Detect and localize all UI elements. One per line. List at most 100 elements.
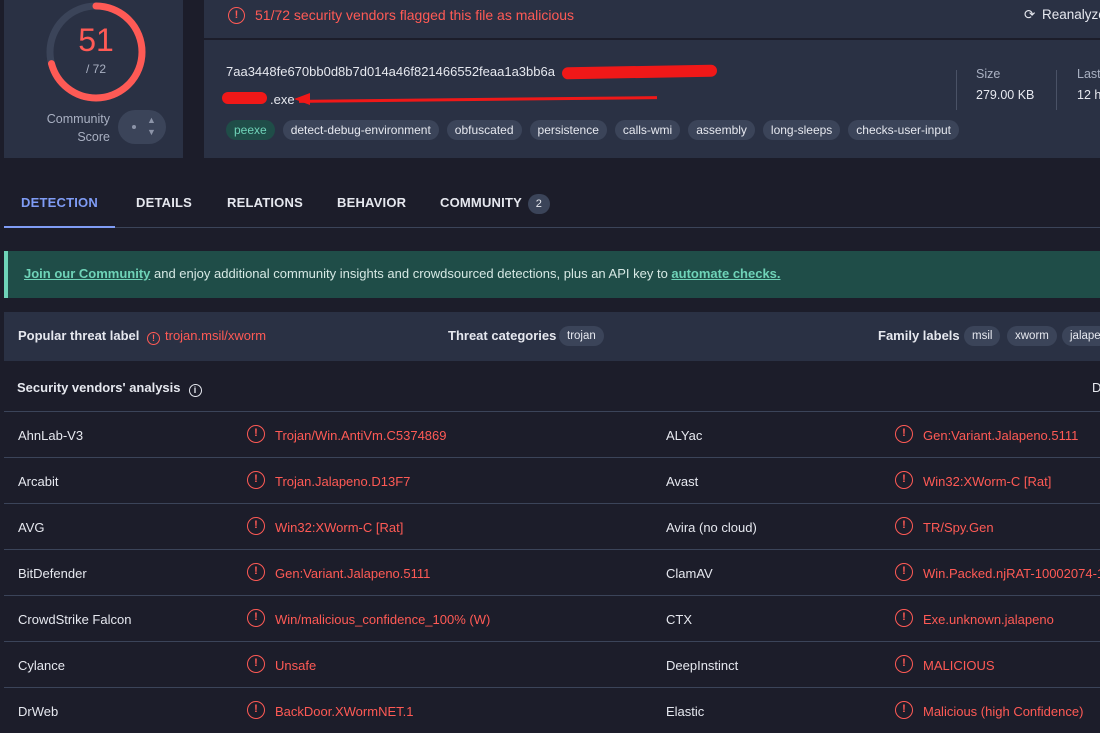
vendor-row: BitDefender! Gen:Variant.Jalapeno.5111 Cla…	[4, 550, 1100, 596]
vendor-name: Cylance	[18, 658, 65, 673]
info-icon[interactable]: i	[188, 384, 202, 397]
vendor-result[interactable]: Unsafe	[275, 658, 316, 673]
file-tag[interactable]: peexe	[226, 120, 275, 140]
tab-community[interactable]: COMMUNITY 2	[440, 180, 550, 228]
family-label-pill[interactable]: msil	[964, 326, 1001, 346]
vendor-row: AhnLab-V3! Trojan/Win.AntiVm.C5374869 ALYa…	[4, 412, 1100, 458]
file-tag[interactable]: assembly	[688, 120, 755, 140]
vendor-result[interactable]: Trojan/Win.AntiVm.C5374869	[275, 428, 447, 443]
vendor-row: AVG! Win32:XWorm-C [Rat] Avira (no cloud)!…	[4, 504, 1100, 550]
vendors-header: Security vendors' analysis i D	[4, 370, 1100, 410]
alert-circle-icon: !	[895, 655, 913, 673]
alert-circle-icon: !	[247, 471, 265, 489]
last-analysis-value: 12 h	[1077, 88, 1100, 102]
popular-threat-label: Popular threat label	[18, 328, 140, 343]
alert-circle-icon: !	[895, 563, 913, 581]
alert-circle-icon: !	[247, 517, 265, 535]
divider	[1056, 70, 1057, 110]
size-label: Size	[976, 67, 1001, 81]
tab-details[interactable]: DETAILS	[136, 180, 192, 228]
vendor-result[interactable]: TR/Spy.Gen	[923, 520, 994, 535]
redaction-mark	[222, 92, 267, 104]
vendor-name: Avira (no cloud)	[666, 520, 757, 535]
vendor-name: CrowdStrike Falcon	[18, 612, 132, 627]
file-tag[interactable]: calls-wmi	[614, 120, 681, 140]
vendor-name: AVG	[18, 520, 45, 535]
community-banner: Join our Community and enjoy additional …	[4, 251, 1100, 298]
malicious-alert-text: 51/72 security vendors flagged this file…	[255, 7, 575, 23]
tab-bar: DETECTION DETAILS RELATIONS BEHAVIOR COM…	[4, 180, 1100, 228]
vendor-name: ALYac	[666, 428, 703, 443]
vendor-result[interactable]: Malicious (high Confidence)	[923, 704, 1083, 719]
tab-relations[interactable]: RELATIONS	[227, 180, 303, 228]
detection-score: 51	[78, 22, 114, 58]
vendor-result[interactable]: Win32:XWorm-C [Rat]	[275, 520, 403, 535]
vote-dot-icon	[132, 125, 136, 129]
vendor-name: AhnLab-V3	[18, 428, 84, 443]
vendor-row: Arcabit! Trojan.Jalapeno.D13F7 Avast! Win32…	[4, 458, 1100, 504]
vendor-result[interactable]: BackDoor.XWormNET.1	[275, 704, 413, 719]
vendor-name: DeepInstinct	[666, 658, 739, 673]
alert-circle-icon: !	[247, 609, 265, 627]
reanalyze-button[interactable]: ⟳ Reanalyze	[1024, 7, 1100, 23]
file-tag[interactable]: long-sleeps	[762, 120, 841, 140]
alert-circle-icon: !	[247, 563, 265, 581]
vendor-result[interactable]: Gen:Variant.Jalapeno.5111	[923, 428, 1078, 443]
vendor-result[interactable]: Exe.unknown.jalapeno	[923, 612, 1054, 627]
file-tag[interactable]: detect-debug-environment	[282, 120, 439, 140]
file-tag[interactable]: checks-user-input	[848, 120, 960, 140]
vendors-header-right[interactable]: D	[1092, 380, 1100, 395]
vendor-name: DrWeb	[18, 704, 59, 719]
automate-checks-link[interactable]: automate checks.	[671, 266, 780, 281]
vendor-row: CrowdStrike Falcon! Win/malicious_confide…	[4, 596, 1100, 642]
vendors-title: Security vendors' analysis i	[17, 380, 202, 397]
alert-bar: ! 51/72 security vendors flagged this fi…	[204, 0, 1100, 38]
vendor-name: Elastic	[666, 704, 705, 719]
join-community-link[interactable]: Join our Community	[24, 266, 150, 281]
alert-circle-icon: !	[228, 7, 245, 24]
annotation-arrow	[298, 96, 658, 103]
community-score-label: Community Score	[46, 112, 110, 144]
tab-behavior[interactable]: BEHAVIOR	[337, 180, 406, 228]
file-tag[interactable]: obfuscated	[446, 120, 522, 140]
size-value: 279.00 KB	[976, 88, 1035, 102]
vendor-result[interactable]: MALICIOUS	[923, 658, 995, 673]
alert-circle-icon: !	[895, 425, 913, 443]
file-hash[interactable]: 7aa3448fe670bb0d8b7d014a46f821466552feaa…	[226, 64, 555, 79]
community-count-badge: 2	[527, 194, 550, 214]
tab-detection[interactable]: DETECTION	[4, 180, 115, 228]
vendor-row: Cylance! Unsafe DeepInstinct! MALICIOUS	[4, 642, 1100, 688]
alert-circle-icon: !	[247, 701, 265, 719]
vendor-name: BitDefender	[18, 566, 87, 581]
popular-threat-value[interactable]: ! trojan.msil/xworm	[147, 328, 266, 345]
alert-circle-icon: !	[247, 655, 265, 673]
vendor-result[interactable]: Win/malicious_confidence_100% (W)	[275, 612, 490, 627]
vendor-name: CTX	[666, 612, 692, 627]
last-analysis-label: Last	[1077, 67, 1100, 81]
vendor-row: DrWeb! BackDoor.XWormNET.1 Elastic! Malicio…	[4, 688, 1100, 733]
file-summary: 7aa3448fe670bb0d8b7d014a46f821466552feaa…	[204, 40, 1100, 158]
vendor-result[interactable]: Win.Packed.njRAT-10002074-1	[923, 566, 1100, 581]
redaction-mark	[561, 64, 718, 80]
alert-circle-icon: !	[895, 609, 913, 627]
refresh-icon: ⟳	[1024, 7, 1036, 22]
family-label-pill[interactable]: jalape	[1062, 326, 1100, 346]
vendor-result[interactable]: Trojan.Jalapeno.D13F7	[275, 474, 410, 489]
vendor-result[interactable]: Win32:XWorm-C [Rat]	[923, 474, 1051, 489]
family-label-pill[interactable]: xworm	[1007, 326, 1057, 346]
alert-circle-icon: !	[895, 471, 913, 489]
vendor-name: Arcabit	[18, 474, 59, 489]
banner-text: Join our Community and enjoy additional …	[24, 266, 781, 281]
threat-summary: Popular threat label ! trojan.msil/xworm …	[4, 312, 1100, 361]
alert-circle-icon: !	[247, 425, 265, 443]
vote-arrows-icon: ▲ ▼	[147, 115, 156, 137]
threat-category-pill[interactable]: trojan	[559, 326, 604, 346]
vendors-table: AhnLab-V3! Trojan/Win.AntiVm.C5374869 ALYa…	[4, 411, 1100, 733]
file-tag[interactable]: persistence	[529, 120, 607, 140]
community-score-card: 51 / 72 Community Score ▲ ▼	[4, 0, 183, 158]
divider	[956, 70, 957, 110]
alert-circle-icon: !	[147, 332, 160, 345]
alert-circle-icon: !	[895, 701, 913, 719]
community-vote-toggle[interactable]: ▲ ▼	[118, 110, 166, 144]
vendor-result[interactable]: Gen:Variant.Jalapeno.5111	[275, 566, 430, 581]
